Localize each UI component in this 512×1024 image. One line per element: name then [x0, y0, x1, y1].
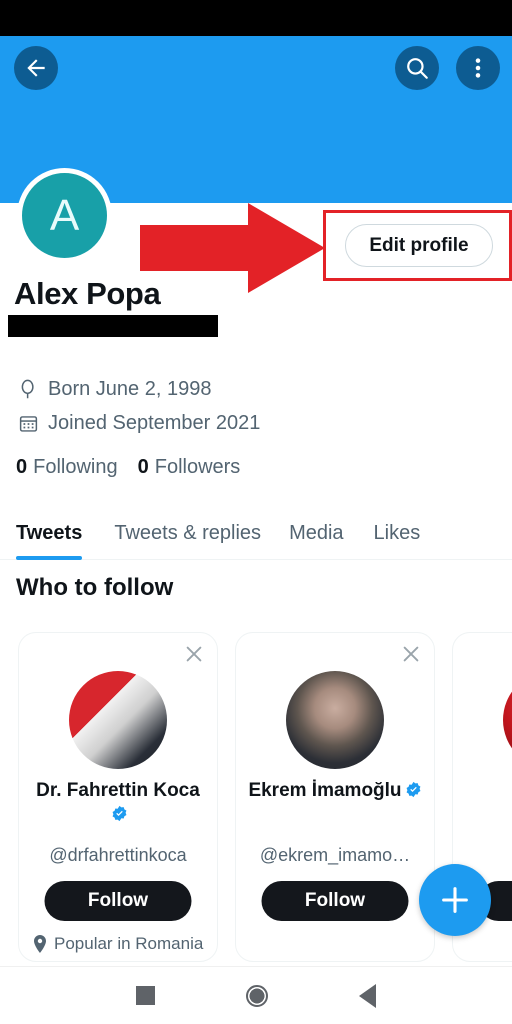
tab-likes-label: Likes: [373, 522, 421, 544]
avatar[interactable]: [503, 671, 512, 769]
card-handle: @ekrem_imamo…: [259, 845, 411, 865]
handle-redaction-bar: [8, 315, 218, 337]
display-name: Alex Popa: [14, 276, 161, 311]
card-handle: @ma: [457, 845, 512, 866]
search-button[interactable]: [395, 46, 439, 90]
follow-button[interactable]: Follow: [261, 881, 409, 921]
close-icon[interactable]: [183, 643, 205, 665]
back-button[interactable]: [14, 46, 58, 90]
follow-button-label: Follow: [304, 890, 366, 911]
phone-screen: A Edit profile Alex Popa Born June 2, 19…: [0, 0, 512, 1024]
followers-label: Followers: [154, 456, 241, 478]
verified-badge-icon: [406, 781, 420, 798]
card-name-row: Ekrem İmamoğlu: [244, 779, 426, 803]
popular-in-row: Popular in Romania: [33, 933, 209, 956]
square-recents-icon[interactable]: [135, 986, 155, 1005]
following-count: 0: [16, 456, 28, 478]
follow-button[interactable]: Follow: [44, 881, 192, 921]
circle-home-icon[interactable]: [245, 984, 268, 1007]
annotation-arrow-icon: [140, 203, 325, 293]
avatar[interactable]: [286, 671, 384, 769]
arrow-left-icon: [27, 59, 45, 77]
status-bar: [0, 0, 512, 36]
tab-media-label: Media: [289, 522, 344, 544]
joined-row: Joined September 2021: [18, 412, 260, 435]
tab-tweets-and-replies[interactable]: Tweets & replies: [114, 508, 261, 560]
balloon-icon: [21, 379, 34, 399]
avatar[interactable]: [69, 671, 167, 769]
followers-stat[interactable]: 0 Followers: [138, 456, 241, 479]
plus-icon: [442, 887, 468, 913]
tab-tweets-label: Tweets: [16, 522, 83, 544]
edit-profile-label: Edit profile: [369, 234, 469, 256]
tab-replies-label: Tweets & replies: [114, 522, 262, 544]
card-display-name: Ekrem İmamoğlu: [248, 780, 402, 801]
card-name-row: Man: [461, 779, 512, 803]
follow-stats: 0 Following 0 Followers: [16, 456, 240, 479]
tab-active-underline: [16, 555, 83, 560]
tab-likes[interactable]: Likes: [374, 508, 421, 560]
follow-button-label: Follow: [87, 890, 149, 911]
tab-tweets[interactable]: Tweets: [16, 508, 83, 560]
list-item[interactable]: Ekrem İmamoğlu @ekrem_imamo… Follow: [235, 632, 435, 962]
edit-profile-button[interactable]: Edit profile: [345, 224, 493, 267]
more-vertical-icon: [475, 58, 481, 78]
birthday-row: Born June 2, 1998: [18, 378, 211, 401]
close-icon[interactable]: [400, 643, 422, 665]
triangle-back-icon[interactable]: [359, 983, 377, 1008]
avatar[interactable]: A: [17, 168, 112, 263]
card-name-row: Dr. Fahrettin Koca: [27, 779, 209, 827]
tab-media[interactable]: Media: [289, 508, 343, 560]
avatar-initial: A: [49, 190, 80, 240]
list-item[interactable]: Dr. Fahrettin Koca @drfahrettinkoca Foll…: [18, 632, 218, 962]
overflow-menu-button[interactable]: [456, 46, 500, 90]
followers-count: 0: [137, 456, 149, 478]
calendar-icon: [19, 416, 38, 432]
following-label: Following: [33, 456, 118, 478]
profile-tabs: Tweets Tweets & replies Media Likes: [0, 508, 512, 560]
joined-text: Joined September 2021: [48, 412, 261, 434]
popular-in-text: Popular in Romania: [54, 934, 204, 953]
following-stat[interactable]: 0 Following: [16, 456, 118, 479]
location-pin-icon: [34, 935, 46, 953]
android-navigation-bar: [0, 966, 512, 1024]
card-display-name: Dr. Fahrettin Koca: [36, 780, 200, 801]
birthday-text: Born June 2, 1998: [48, 378, 212, 400]
search-icon: [407, 58, 428, 79]
who-to-follow-title: Who to follow: [16, 574, 174, 601]
verified-badge-icon: [112, 805, 127, 821]
compose-tweet-fab[interactable]: [419, 864, 491, 936]
card-handle: @drfahrettinkoca: [49, 845, 187, 865]
